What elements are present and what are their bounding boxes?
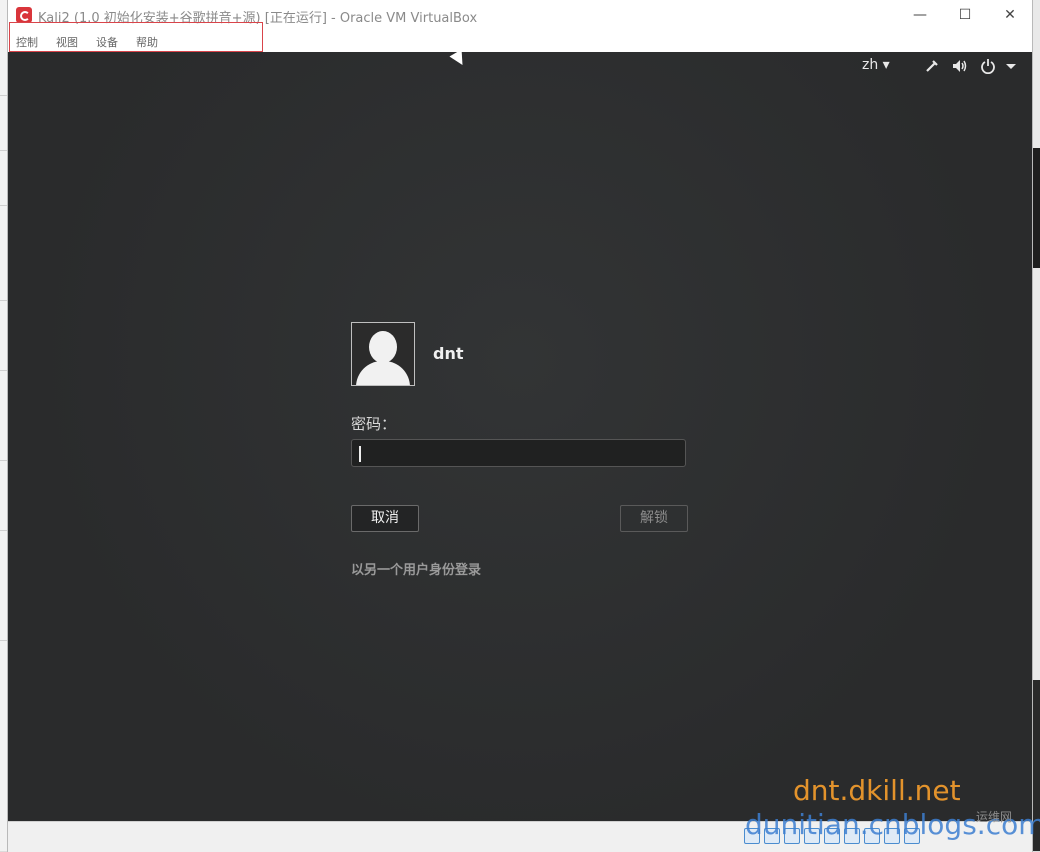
network-icon[interactable] <box>924 58 940 78</box>
guest-display[interactable]: zh ▾ dnt 密码： 取消 解锁 以另一个用户身份登录 <box>8 52 1032 821</box>
cancel-button[interactable]: 取消 <box>351 505 419 532</box>
volume-icon[interactable] <box>951 58 969 78</box>
username: dnt <box>433 344 464 363</box>
virtualbox-app-icon <box>16 7 32 23</box>
watermark-tag: 运维网 <box>976 810 1013 824</box>
guest-top-panel: zh ▾ <box>8 52 1032 80</box>
menu-highlight-annotation <box>9 22 263 52</box>
text-caret <box>359 446 361 462</box>
login-as-other-user-link[interactable]: 以另一个用户身份登录 <box>351 559 481 578</box>
watermark-main: dnt.dkill.net <box>793 774 961 807</box>
maximize-button[interactable]: ☐ <box>943 0 987 30</box>
unlock-button[interactable]: 解锁 <box>620 505 688 532</box>
minimize-button[interactable]: — <box>898 0 942 30</box>
language-selector[interactable]: zh ▾ <box>862 57 890 73</box>
chevron-down-icon[interactable] <box>1005 58 1017 78</box>
background-window-right <box>1032 0 1040 851</box>
user-avatar <box>351 322 415 386</box>
power-icon[interactable] <box>980 58 996 78</box>
background-window-left <box>0 0 8 851</box>
password-field[interactable] <box>351 439 686 467</box>
close-button[interactable]: ✕ <box>988 0 1032 30</box>
password-label: 密码： <box>351 415 397 433</box>
virtualbox-window: Kali2 (1.0 初始化安装+谷歌拼音+源) [正在运行] - Oracle… <box>8 0 1032 852</box>
